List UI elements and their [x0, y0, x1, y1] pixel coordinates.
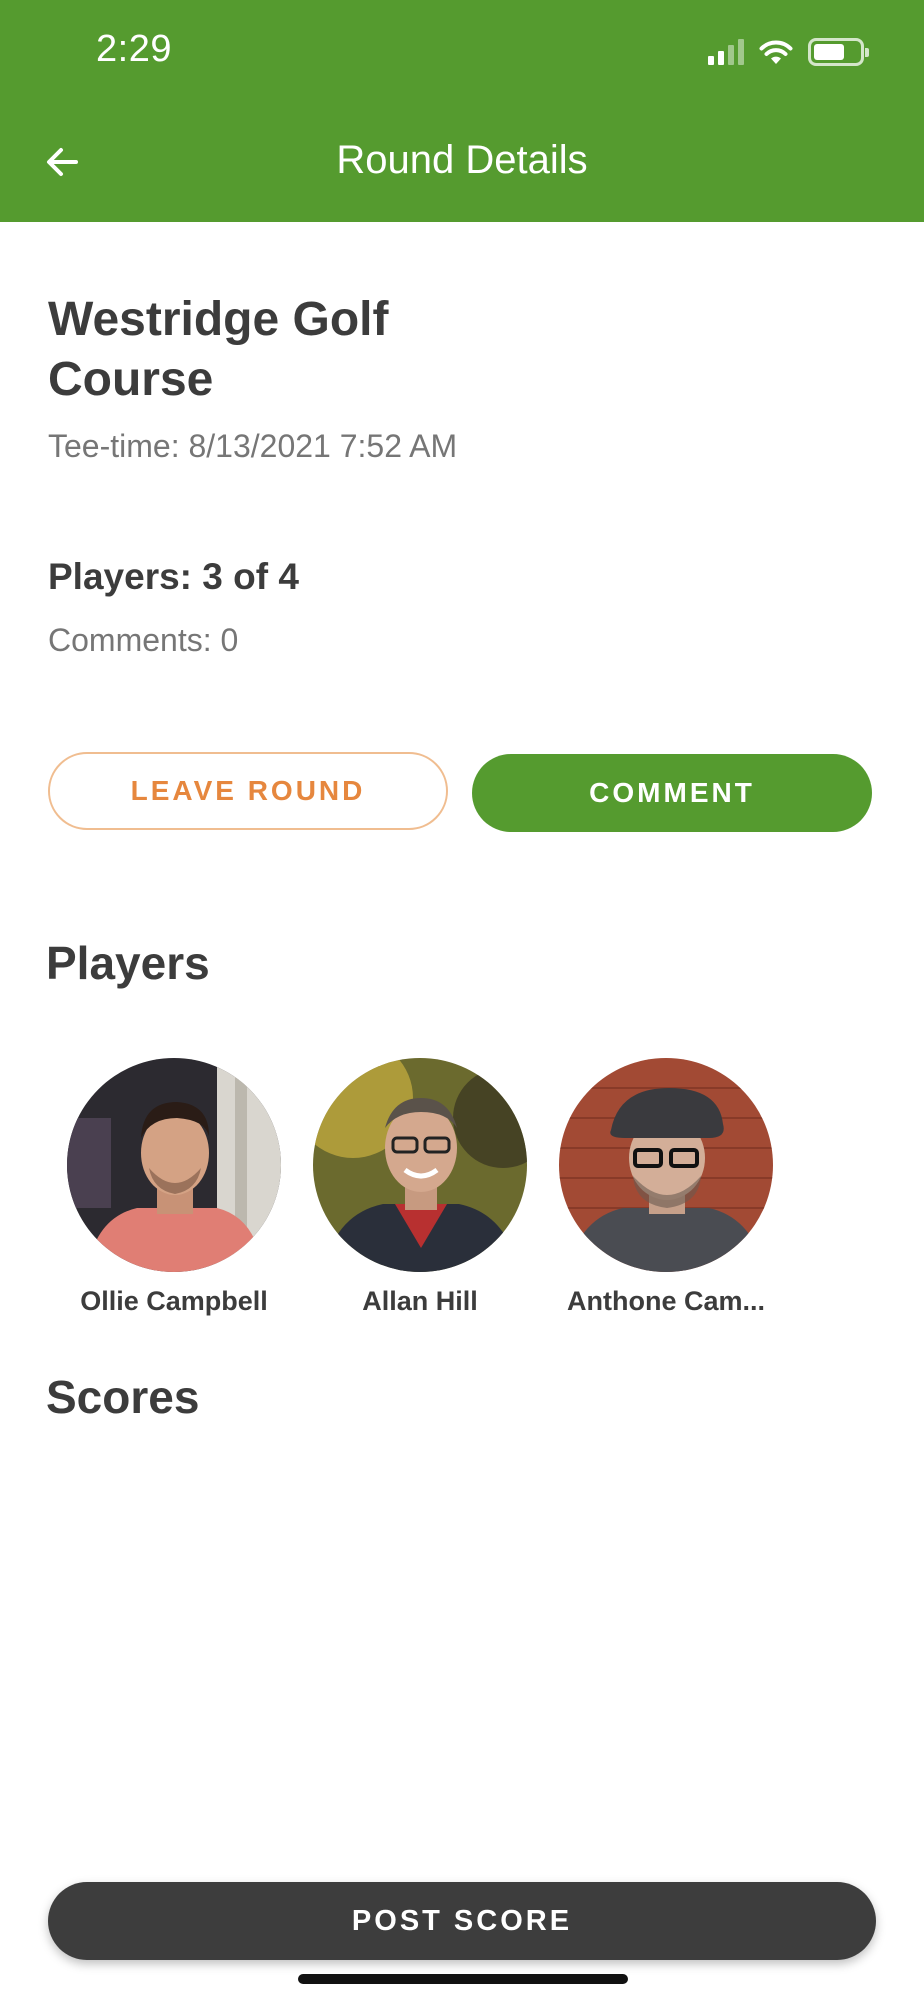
- comment-button[interactable]: COMMENT: [472, 754, 872, 832]
- player-name: Ollie Campbell: [80, 1286, 268, 1316]
- cellular-signal-icon: [708, 39, 744, 65]
- player-name: Allan Hill: [362, 1286, 478, 1316]
- status-icons: [708, 36, 869, 68]
- players-section-title: Players: [46, 937, 210, 989]
- post-score-button[interactable]: POST SCORE: [48, 1882, 876, 1960]
- scores-section-title: Scores: [46, 1371, 200, 1423]
- tee-time: Tee-time: 8/13/2021 7:52 AM: [48, 428, 458, 464]
- home-indicator[interactable]: [298, 1974, 628, 1984]
- avatar: [559, 1058, 773, 1272]
- wifi-icon: [759, 40, 793, 64]
- player-card[interactable]: Allan Hill: [300, 1058, 540, 1317]
- players-count: Players: 3 of 4: [48, 556, 299, 597]
- status-time: 2:29: [96, 28, 172, 70]
- course-name: Westridge Golf Course: [48, 293, 389, 406]
- player-card[interactable]: Ollie Campbell: [54, 1058, 294, 1317]
- page-title: Round Details: [336, 138, 588, 182]
- avatar: [313, 1058, 527, 1272]
- battery-icon: [808, 38, 869, 66]
- avatar: [67, 1058, 281, 1272]
- leave-round-button[interactable]: LEAVE ROUND: [48, 752, 448, 830]
- player-name: Anthone Cam...: [566, 1286, 765, 1316]
- comments-count: Comments: 0: [48, 622, 239, 658]
- player-card[interactable]: Anthone Cam...: [546, 1058, 786, 1317]
- app-header: 2:29 Round Details: [0, 0, 924, 222]
